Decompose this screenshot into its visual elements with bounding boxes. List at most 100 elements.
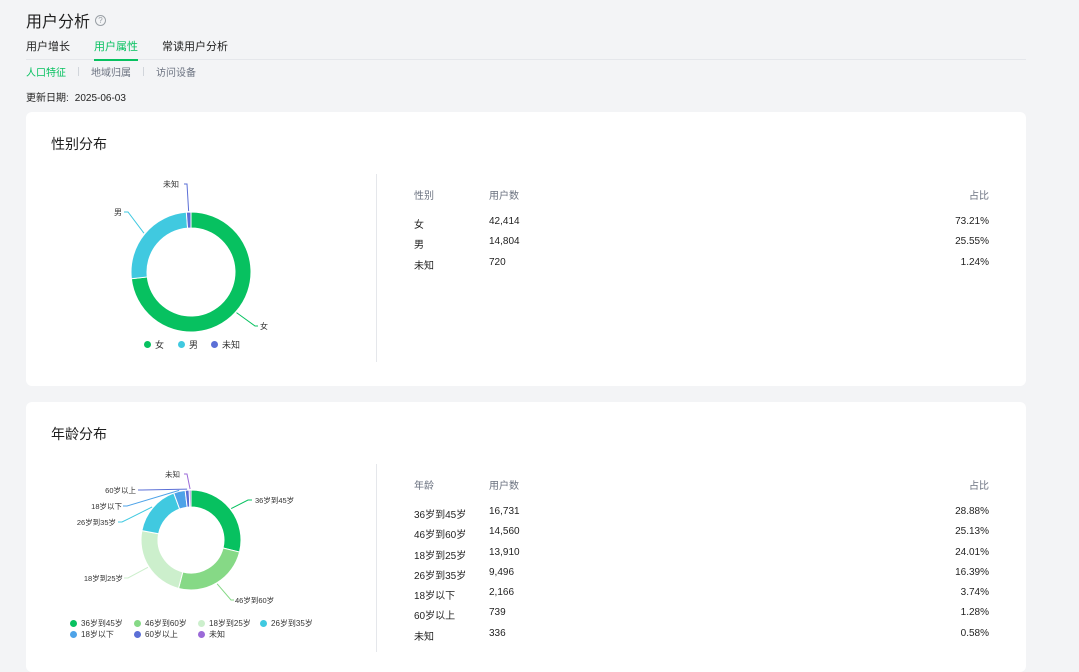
card-divider	[376, 174, 377, 362]
legend-item-unknown[interactable]: 未知	[211, 338, 240, 351]
legend-item-age-36-45[interactable]: 36岁到45岁	[70, 618, 123, 629]
legend-item-age-unknown[interactable]: 未知	[198, 629, 225, 640]
legend-label: 男	[189, 340, 199, 350]
subtab-device[interactable]: 访问设备	[156, 64, 196, 79]
cell-pct: 16.39%	[955, 567, 989, 578]
update-date-label: 更新日期:	[26, 93, 69, 104]
page-title-text: 用户分析	[26, 14, 91, 31]
label-line	[138, 488, 188, 491]
cell-count: 9,496	[489, 567, 515, 578]
slice-label: 男	[114, 208, 122, 217]
update-date-value: 2025-06-03	[74, 93, 126, 104]
slice-label: 未知	[163, 179, 179, 189]
cell-count: 16,731	[489, 506, 520, 517]
legend-label: 18岁以下	[81, 630, 114, 639]
cell-name: 60岁以上	[414, 611, 456, 622]
donut-slice[interactable]	[141, 492, 181, 535]
cell-name: 46岁到60岁	[414, 530, 467, 541]
legend-label: 未知	[209, 630, 225, 639]
legend-label: 26岁到35岁	[271, 619, 313, 628]
sub-tabs: 人口特征 地域归属 访问设备	[26, 64, 196, 79]
question-circle-icon[interactable]: ?	[95, 14, 107, 26]
label-line	[230, 499, 252, 510]
donut-slice[interactable]	[188, 489, 192, 508]
card-divider	[376, 464, 377, 652]
label-line	[236, 312, 258, 327]
cell-count: 14,560	[489, 526, 520, 537]
divider	[143, 67, 144, 76]
slice-label: 女	[260, 321, 268, 331]
cell-count: 2,166	[489, 587, 515, 598]
cell-count: 336	[489, 628, 506, 639]
cell-count: 739	[489, 607, 506, 618]
cell-name: 18岁以下	[414, 591, 456, 602]
age-legend: 36岁到45岁 46岁到60岁 18岁到25岁 26岁到35岁 18岁以下 60…	[70, 618, 340, 644]
legend-item-age-under-18[interactable]: 18岁以下	[70, 629, 114, 640]
cell-name: 未知	[414, 632, 434, 643]
gender-table: 性别 用户数 占比 女 42,414 73.21% 男 14,804 25.55…	[414, 187, 989, 287]
page-title: 用户分析 ?	[26, 8, 107, 32]
donut-slice[interactable]	[177, 547, 241, 591]
gender-legend: 女 男 未知	[144, 338, 344, 352]
legend-label: 女	[155, 340, 165, 350]
tab-frequent-readers[interactable]: 常读用户分析	[162, 38, 228, 60]
legend-item-age-26-35[interactable]: 26岁到35岁	[260, 618, 313, 629]
update-date: 更新日期: 2025-06-03	[26, 89, 126, 104]
legend-item-age-46-60[interactable]: 46岁到60岁	[134, 618, 187, 629]
slice-label: 未知	[165, 469, 180, 479]
cell-name: 未知	[414, 261, 434, 272]
donut-slice[interactable]	[190, 489, 242, 553]
legend-item-age-18-25[interactable]: 18岁到25岁	[198, 618, 251, 629]
cell-pct: 3.74%	[960, 587, 989, 598]
cell-name: 36岁到45岁	[414, 510, 467, 521]
gender-card: 性别分布 女男未知 女 男 未知 性别 用户数 占比 女 42,414 73.2…	[26, 112, 1026, 386]
slice-label: 36岁到45岁	[255, 495, 294, 505]
cell-name: 男	[414, 240, 424, 251]
label-line	[216, 583, 234, 601]
legend-label: 36岁到45岁	[81, 619, 123, 628]
cell-count: 14,804	[489, 236, 520, 247]
cell-count: 720	[489, 257, 506, 268]
cell-pct: 73.21%	[955, 216, 989, 227]
age-card: 年龄分布 36岁到45岁 46岁到60岁 18岁到25岁 26岁到35岁 18岁以下 60…	[26, 402, 1026, 672]
header-age: 年龄	[414, 481, 434, 492]
label-line	[124, 211, 145, 234]
main-tabs: 用户增长 用户属性 常读用户分析	[26, 38, 1026, 61]
cell-pct: 25.13%	[955, 526, 989, 537]
label-line	[184, 473, 191, 490]
subtab-region[interactable]: 地域归属	[91, 64, 131, 79]
legend-label: 未知	[222, 340, 241, 350]
cell-pct: 0.58%	[960, 628, 989, 639]
slice-label: 46岁到60岁	[235, 595, 274, 605]
legend-label: 18岁到25岁	[209, 619, 251, 628]
age-card-title: 年龄分布	[51, 426, 107, 442]
legend-item-age-over-60[interactable]: 60岁以上	[134, 629, 178, 640]
legend-item-female[interactable]: 女	[144, 338, 164, 351]
slice-label: 18岁到25岁	[84, 573, 123, 583]
donut-slice[interactable]	[140, 530, 184, 590]
header-gender: 性别	[414, 191, 434, 202]
tab-user-growth[interactable]: 用户增长	[26, 38, 70, 60]
legend-item-male[interactable]: 男	[178, 338, 198, 351]
legend-label: 60岁以上	[145, 630, 178, 639]
cell-count: 13,910	[489, 547, 520, 558]
subtab-demographics[interactable]: 人口特征	[26, 64, 66, 79]
tab-user-attributes[interactable]: 用户属性	[94, 38, 138, 61]
donut-slice[interactable]	[185, 211, 192, 229]
cell-pct: 24.01%	[955, 547, 989, 558]
label-line	[184, 183, 190, 212]
cell-name: 18岁到25岁	[414, 551, 467, 562]
legend-label: 46岁到60岁	[145, 619, 187, 628]
cell-pct: 28.88%	[955, 506, 989, 517]
cell-pct: 25.55%	[955, 236, 989, 247]
cell-pct: 1.24%	[960, 257, 989, 268]
cell-pct: 1.28%	[960, 607, 989, 618]
header-users: 用户数	[489, 481, 519, 492]
age-table: 年龄 用户数 占比 36岁到45岁 16,731 28.88% 46岁到60岁 14,5…	[414, 477, 989, 647]
header-users: 用户数	[489, 191, 519, 202]
header-ratio: 占比	[969, 191, 989, 202]
slice-label: 18岁以下	[91, 501, 122, 511]
divider	[78, 67, 79, 76]
cell-name: 女	[414, 220, 424, 231]
donut-slice[interactable]	[130, 211, 189, 280]
